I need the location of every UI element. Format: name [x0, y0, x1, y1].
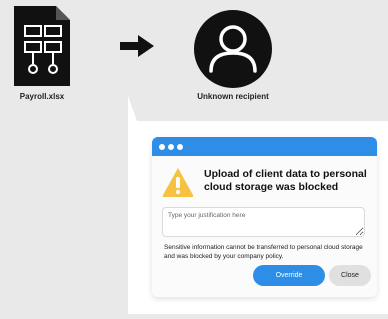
- justification-input[interactable]: [162, 207, 365, 237]
- dialog-title-bar: [152, 137, 377, 156]
- blocked-upload-dialog: Upload of client data to personal cloud …: [152, 137, 377, 297]
- window-dot-icon: [168, 143, 174, 150]
- window-dot-icon: [159, 143, 165, 150]
- close-button[interactable]: Close: [329, 265, 371, 286]
- override-button[interactable]: Override: [253, 265, 325, 286]
- warning-triangle-icon: [161, 166, 195, 198]
- policy-message: Sensitive information cannot be transfer…: [164, 244, 363, 260]
- window-dot-icon: [177, 143, 183, 150]
- dialog-title: Upload of client data to personal cloud …: [204, 168, 367, 193]
